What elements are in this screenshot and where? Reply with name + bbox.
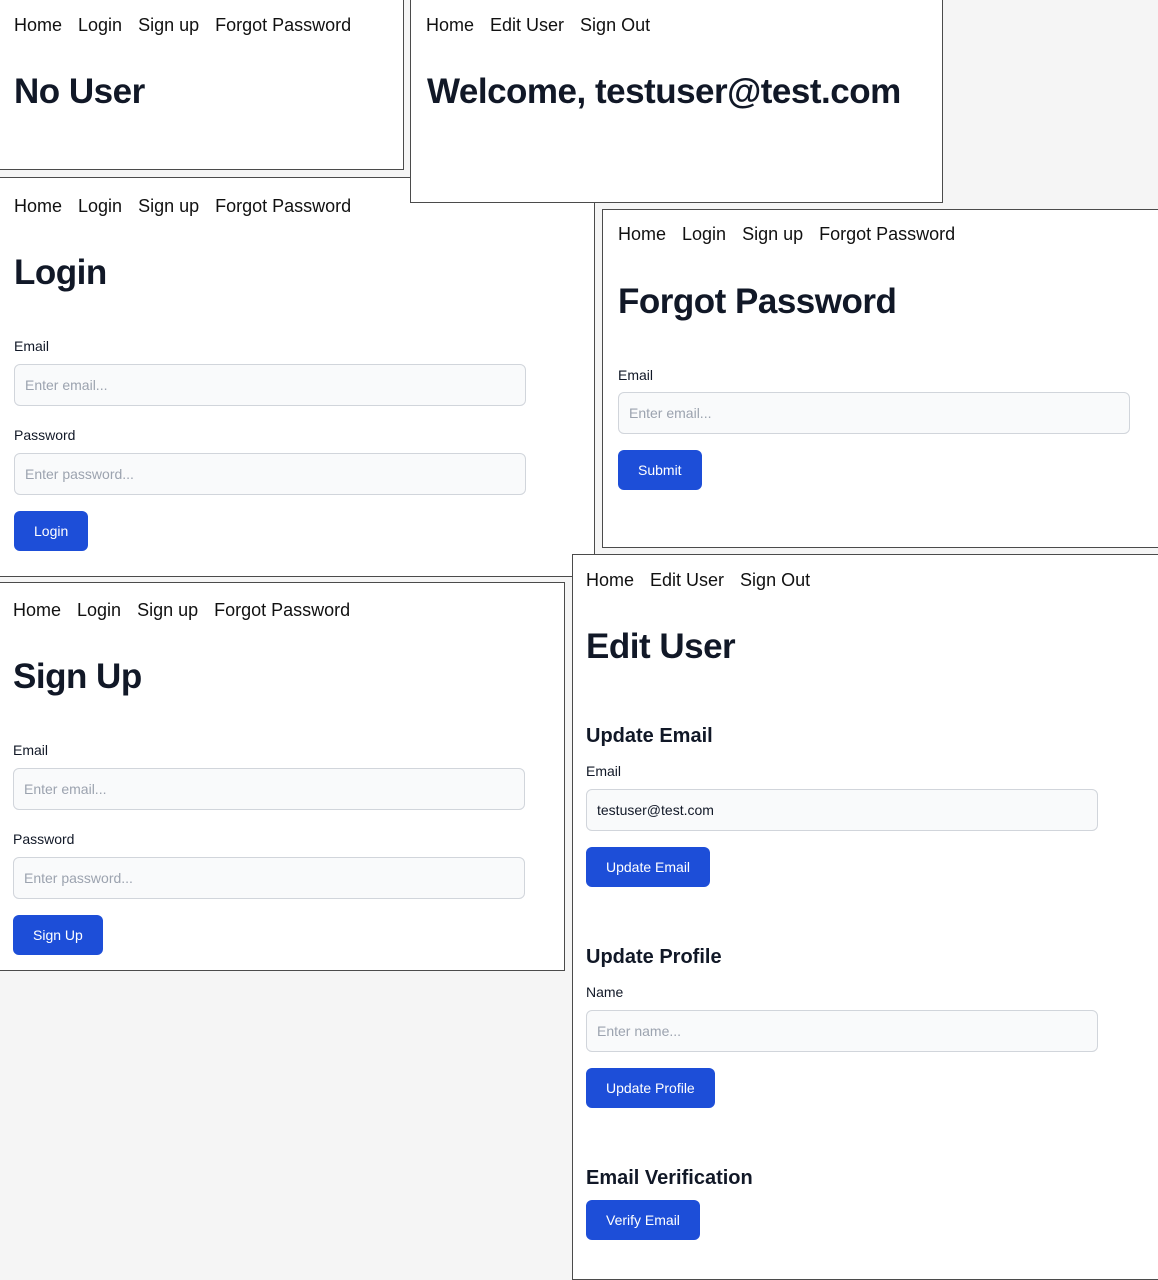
nav-home-link[interactable]: Home [13,600,61,621]
update-email-button[interactable]: Update Email [586,847,711,887]
email-input[interactable] [586,789,1098,831]
submit-button[interactable]: Submit [618,450,702,490]
nav-login-link[interactable]: Login [682,224,726,245]
password-input[interactable] [14,453,526,495]
no-user-panel: Home Login Sign up Forgot Password No Us… [0,0,404,170]
nav-edit-user-link[interactable]: Edit User [650,570,724,591]
nav-forgot-password-link[interactable]: Forgot Password [819,224,955,245]
password-label: Password [13,831,75,847]
update-email-heading: Update Email [586,725,713,747]
nav-forgot-password-link[interactable]: Forgot Password [215,15,351,36]
page-title: Welcome, testuser@test.com [427,72,901,111]
email-label: Email [618,367,654,383]
nav-signup-link[interactable]: Sign up [138,196,199,217]
login-button[interactable]: Login [14,511,89,551]
welcome-panel: Home Edit User Sign Out Welcome, testuse… [410,0,943,203]
nav-home-link[interactable]: Home [426,15,474,36]
page-title: Edit User [586,627,736,666]
nav-bar: Home Edit User Sign Out [426,15,650,36]
email-label: Email [14,338,50,354]
page-title: No User [14,72,145,111]
email-input[interactable] [618,392,1130,434]
nav-sign-out-link[interactable]: Sign Out [580,15,650,36]
nav-edit-user-link[interactable]: Edit User [490,15,564,36]
email-label: Email [586,763,622,779]
edit-user-panel: Home Edit User Sign Out Edit User Update… [572,554,1158,1280]
nav-forgot-password-link[interactable]: Forgot Password [214,600,350,621]
verify-email-button[interactable]: Verify Email [586,1200,700,1240]
nav-sign-out-link[interactable]: Sign Out [740,570,810,591]
nav-login-link[interactable]: Login [78,196,122,217]
nav-home-link[interactable]: Home [14,196,62,217]
nav-home-link[interactable]: Home [586,570,634,591]
password-input[interactable] [13,857,525,899]
nav-home-link[interactable]: Home [618,224,666,245]
nav-signup-link[interactable]: Sign up [138,15,199,36]
update-profile-button[interactable]: Update Profile [586,1068,715,1108]
login-panel: Home Login Sign up Forgot Password Login… [0,177,595,577]
nav-forgot-password-link[interactable]: Forgot Password [215,196,351,217]
nav-signup-link[interactable]: Sign up [742,224,803,245]
update-profile-heading: Update Profile [586,946,722,968]
nav-bar: Home Edit User Sign Out [586,570,810,591]
nav-login-link[interactable]: Login [78,15,122,36]
nav-login-link[interactable]: Login [77,600,121,621]
sign-up-button[interactable]: Sign Up [13,915,103,955]
page-title: Login [14,253,107,292]
nav-bar: Home Login Sign up Forgot Password [618,224,955,245]
forgot-password-panel: Home Login Sign up Forgot Password Forgo… [602,209,1158,548]
email-input[interactable] [14,364,526,406]
page-title: Forgot Password [618,282,897,321]
nav-home-link[interactable]: Home [14,15,62,36]
nav-bar: Home Login Sign up Forgot Password [13,600,350,621]
email-verification-heading: Email Verification [586,1167,753,1189]
nav-bar: Home Login Sign up Forgot Password [14,196,351,217]
email-label: Email [13,742,49,758]
signup-panel: Home Login Sign up Forgot Password Sign … [0,582,565,971]
nav-signup-link[interactable]: Sign up [137,600,198,621]
name-input[interactable] [586,1010,1098,1052]
nav-bar: Home Login Sign up Forgot Password [14,15,351,36]
page-title: Sign Up [13,657,142,696]
password-label: Password [14,427,76,443]
email-input[interactable] [13,768,525,810]
name-label: Name [586,984,624,1000]
